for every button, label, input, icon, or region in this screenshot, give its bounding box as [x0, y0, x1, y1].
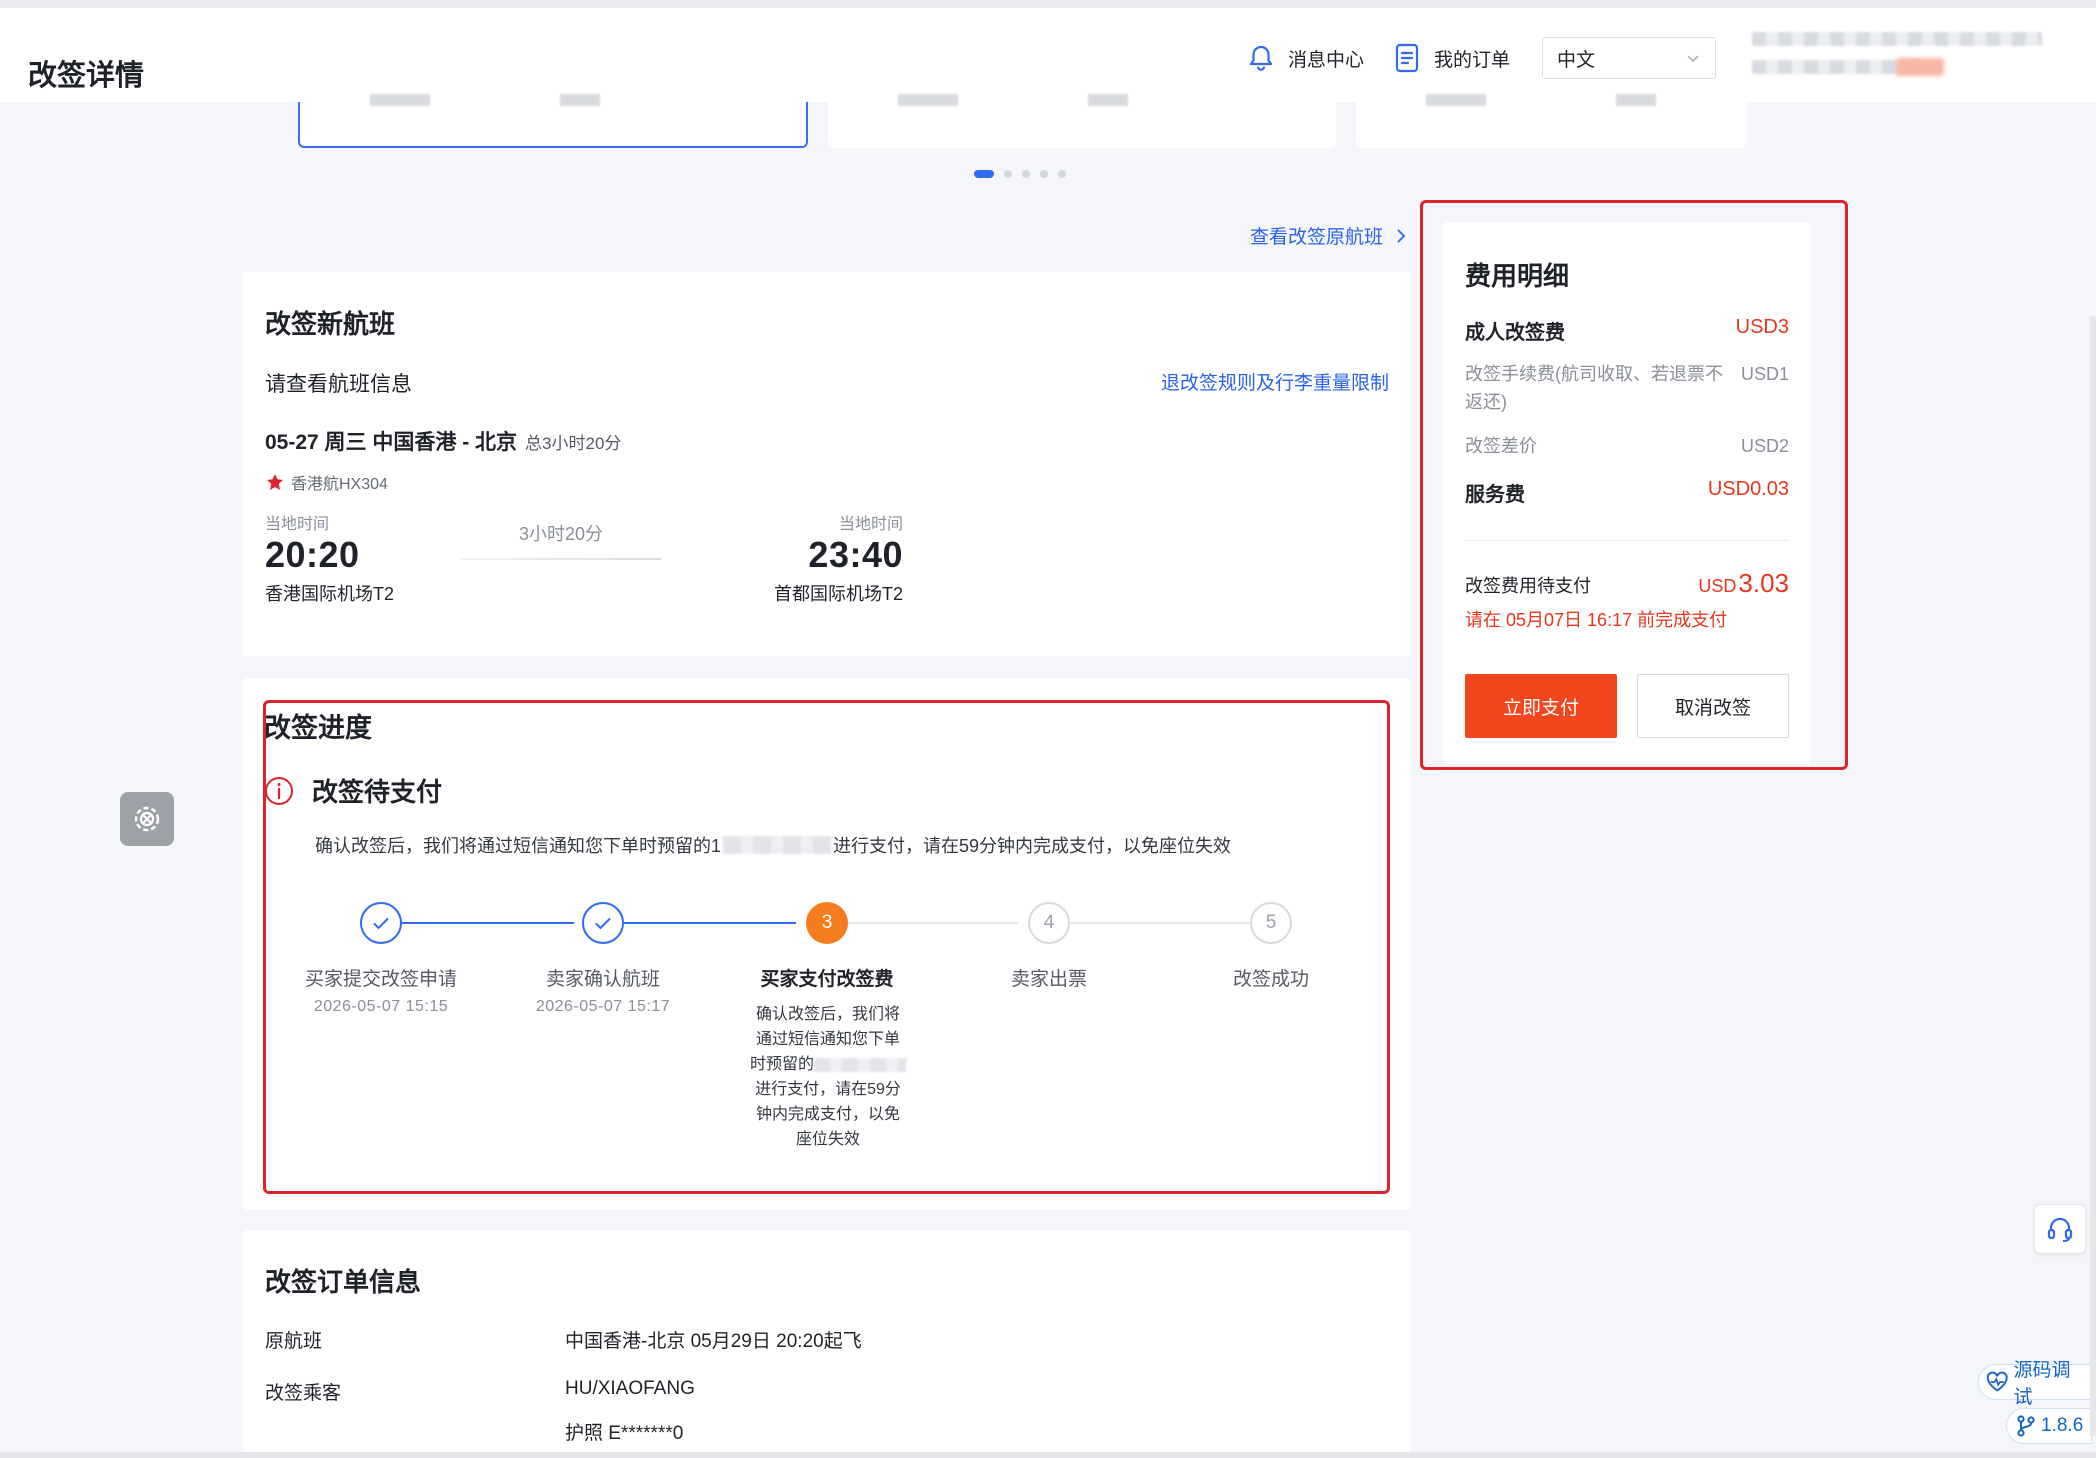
version-badge[interactable]: 1.8.6 [2006, 1408, 2093, 1444]
headset-icon [2047, 1217, 2073, 1242]
departure-time: 20:20 [265, 534, 360, 575]
airline-info: 香港航HX304 [265, 470, 388, 494]
new-flight-title: 改签新航班 [265, 309, 396, 339]
version-label: 1.8.6 [2041, 1415, 2084, 1436]
branch-icon [2017, 1415, 2035, 1437]
route-duration: 总3小时20分 [525, 434, 622, 453]
bottom-edge [0, 1452, 2096, 1458]
language-select[interactable]: 中文 [1542, 37, 1716, 79]
bell-icon [1249, 45, 1273, 71]
document-icon [1395, 43, 1419, 73]
carousel-dot[interactable] [1004, 170, 1012, 178]
page-scrollbar[interactable] [2090, 316, 2096, 1436]
chevron-right-icon [1397, 228, 1406, 243]
annotation-frame-progress [263, 700, 1390, 1194]
carousel-flight-card[interactable] [828, 94, 1336, 148]
flight-info-subtitle: 请查看航班信息 [265, 373, 412, 396]
redacted-user-info [1752, 32, 2042, 46]
view-original-flight-link[interactable]: 查看改签原航班 [1250, 222, 1407, 249]
carousel-dot[interactable] [974, 170, 994, 178]
arrival-time: 23:40 [808, 534, 903, 575]
arrival-airport: 首都国际机场T2 [773, 584, 903, 604]
top-header: 改签详情 消息中心 我的订单 中文 [0, 0, 2096, 102]
customer-support-button[interactable] [2034, 1204, 2086, 1254]
language-value: 中文 [1557, 49, 1596, 71]
carousel-flight-card[interactable] [298, 94, 808, 148]
airline-flight-number: 香港航HX304 [291, 476, 388, 493]
heartbeat-icon [1986, 1371, 2008, 1392]
source-debug-button[interactable]: 源码调试 [1978, 1360, 2096, 1408]
redacted-badge [1896, 58, 1944, 76]
carousel-dot[interactable] [1022, 170, 1030, 178]
new-flight-card: 改签新航班 请查看航班信息 退改签规则及行李重量限制 05-27 周三 中国香港… [243, 272, 1411, 656]
route-text: 05-27 周三 中国香港 - 北京 [265, 431, 518, 454]
page-title: 改签详情 [28, 60, 145, 92]
flight-route: 05-27 周三 中国香港 - 北京 总3小时20分 [265, 426, 621, 456]
flight-duration-line [461, 558, 661, 560]
departure-time-label: 当地时间 [265, 516, 330, 533]
redacted-user-info-2 [1752, 60, 1920, 74]
order-info-title: 改签订单信息 [265, 1267, 422, 1297]
source-debug-label: 源码调试 [2013, 1360, 2071, 1408]
arrival-time-label: 当地时间 [838, 516, 903, 533]
carousel-dots[interactable] [974, 170, 1066, 178]
passenger-label: 改签乘客 [265, 1383, 342, 1404]
carousel-dot[interactable] [1040, 170, 1048, 178]
baggage-rules-link[interactable]: 退改签规则及行李重量限制 [1161, 368, 1389, 395]
carousel-flight-card[interactable] [1356, 94, 1746, 148]
settings-widget-button[interactable] [120, 792, 174, 846]
original-flight-value: 中国香港-北京 05月29日 20:20起飞 [565, 1331, 862, 1352]
carousel-dot[interactable] [1058, 170, 1066, 178]
original-flight-label: 原航班 [265, 1331, 323, 1352]
order-info-card: 改签订单信息 原航班 中国香港-北京 05月29日 20:20起飞 改签乘客 H… [243, 1230, 1411, 1452]
flight-duration: 3小时20分 [518, 524, 604, 544]
passenger-passport: 护照 E*******0 [565, 1423, 684, 1444]
departure-airport: 香港国际机场T2 [265, 584, 395, 604]
my-orders-label: 我的订单 [1434, 49, 1511, 71]
message-center-link[interactable]: 消息中心 [1248, 42, 1364, 74]
airline-logo-icon [267, 474, 283, 490]
message-center-label: 消息中心 [1288, 49, 1365, 71]
gear-icon [134, 806, 160, 832]
annotation-frame-fees [1420, 200, 1848, 770]
chevron-down-icon [1687, 55, 1699, 63]
view-original-flight-label: 查看改签原航班 [1250, 227, 1384, 248]
my-orders-link[interactable]: 我的订单 [1394, 42, 1510, 74]
passenger-name: HU/XIAOFANG [565, 1378, 695, 1399]
